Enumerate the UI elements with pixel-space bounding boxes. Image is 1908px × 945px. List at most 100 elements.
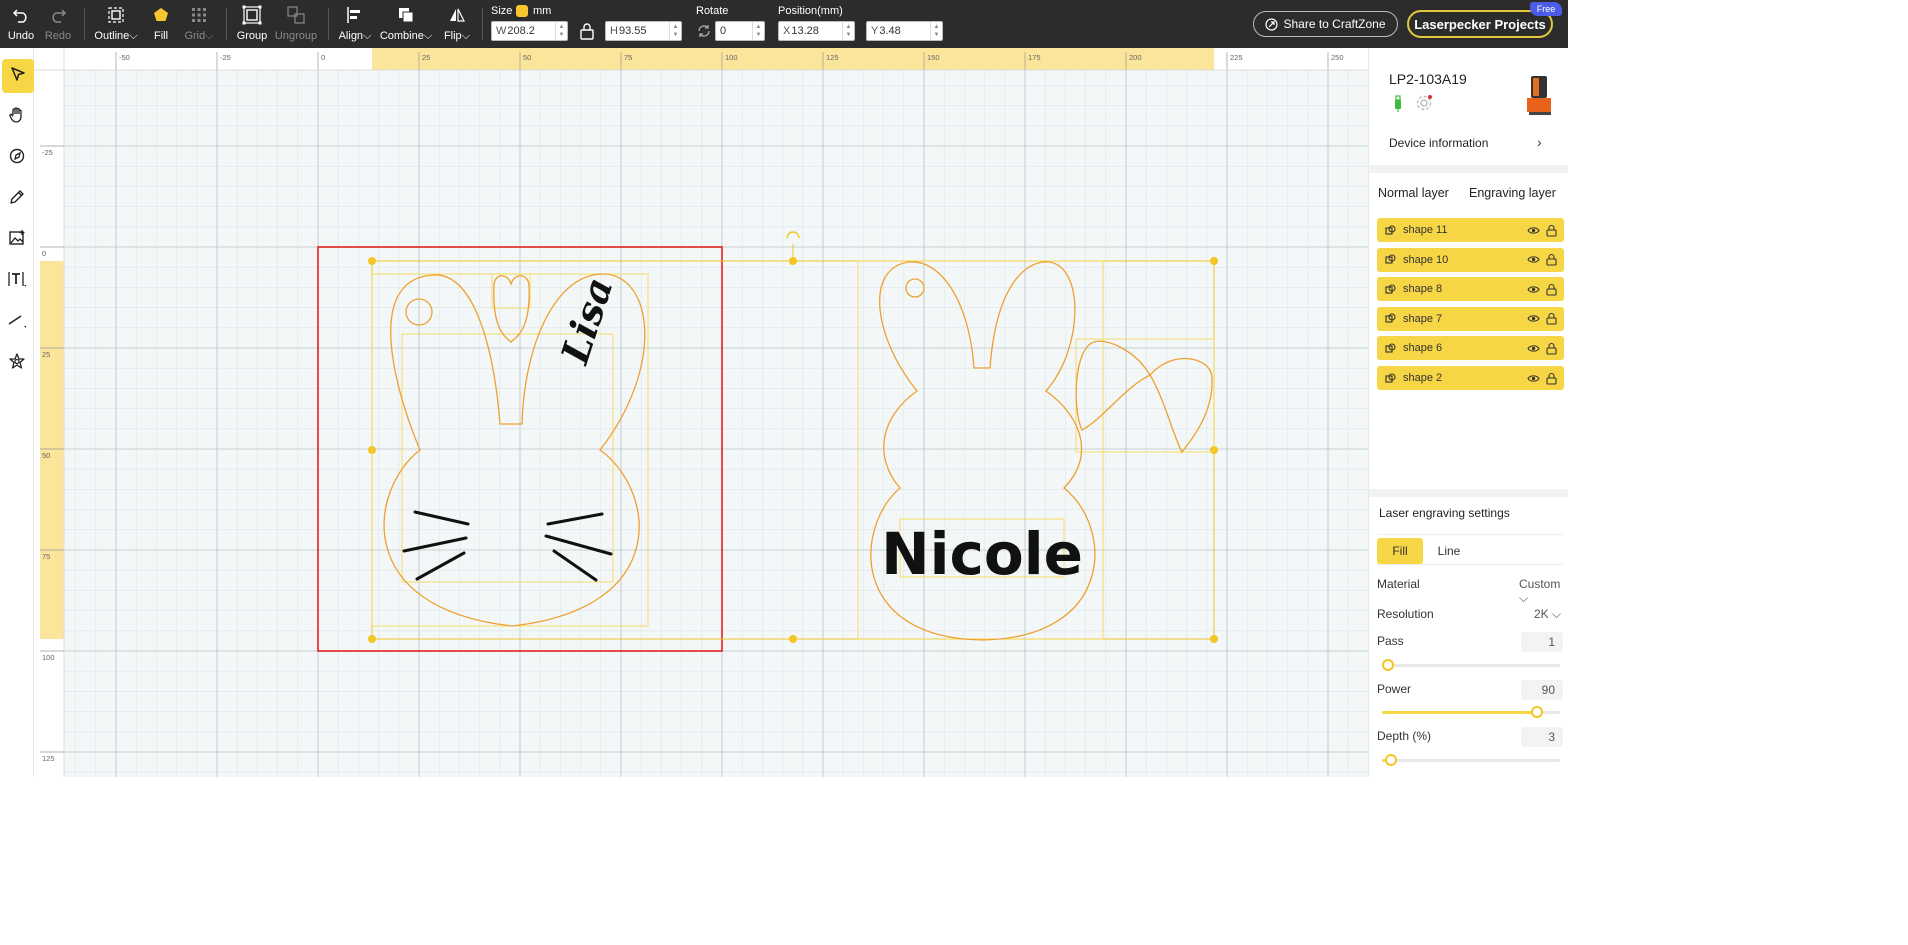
eye-icon[interactable] — [1524, 226, 1542, 235]
line-icon — [7, 311, 27, 334]
resize-handle[interactable] — [368, 257, 376, 265]
hand-tool[interactable] — [0, 100, 34, 134]
design-canvas[interactable]: -50 -25 0 25 50 75 100 125 150 175 200 225 250 -25 0 2… — [34, 48, 1368, 777]
rotate-handle[interactable] — [786, 231, 800, 257]
layer-name: shape 11 — [1403, 224, 1448, 236]
pass-label: Pass — [1377, 634, 1404, 648]
power-slider-thumb[interactable] — [1531, 706, 1544, 718]
aspect-lock-icon[interactable] — [579, 22, 595, 45]
fill-button[interactable]: Fill — [150, 4, 172, 44]
divider — [1377, 534, 1564, 535]
top-toolbar: Undo Redo Outline⌵ Fill Grid⌵ Group Ungr… — [0, 0, 1568, 48]
y-input[interactable]: Y 3.48 ▲ ▼ — [866, 21, 943, 41]
eye-icon[interactable] — [1524, 285, 1542, 294]
size-lock-toggle[interactable] — [516, 5, 528, 17]
layer-row[interactable]: shape 10 — [1377, 247, 1564, 272]
outline-button[interactable]: Outline⌵ — [94, 4, 138, 44]
unlock-icon[interactable] — [1542, 283, 1560, 296]
canvas-drawing[interactable]: -50 -25 0 25 50 75 100 125 150 175 200 225 250 -25 0 2… — [34, 48, 1368, 777]
line-tool[interactable] — [0, 305, 34, 339]
chevron-right-icon[interactable]: › — [1537, 134, 1542, 150]
resize-handle[interactable] — [368, 635, 376, 643]
ruler-label: 250 — [1331, 53, 1344, 62]
grid-button[interactable]: Grid⌵ — [184, 4, 214, 44]
layer-row[interactable]: shape 7 — [1377, 306, 1564, 331]
width-input[interactable]: W 208.2 ▲ ▼ — [491, 21, 568, 41]
share-label: Share to CraftZone — [1283, 17, 1386, 31]
layer-name: shape 8 — [1403, 283, 1443, 296]
unlock-icon[interactable] — [1542, 312, 1560, 325]
x-stepper[interactable]: ▲ ▼ — [842, 22, 854, 40]
laserpecker-projects-button[interactable]: Laserpecker Projects — [1407, 10, 1553, 38]
pen-tool[interactable] — [0, 141, 34, 175]
height-stepper[interactable]: ▲ ▼ — [669, 22, 681, 40]
resize-handle[interactable] — [789, 257, 797, 265]
pass-slider[interactable] — [1382, 659, 1560, 671]
laser-device-icon — [1519, 74, 1555, 121]
align-button[interactable]: Align⌵ — [337, 4, 373, 44]
eye-icon[interactable] — [1524, 344, 1542, 353]
power-input[interactable]: 90 — [1521, 680, 1563, 700]
nicole-text[interactable]: Nicole — [881, 520, 1083, 588]
y-stepper[interactable]: ▲ ▼ — [930, 22, 942, 40]
y-prefix: Y — [871, 25, 879, 37]
image-icon — [8, 229, 26, 252]
x-input[interactable]: X 13.28 ▲ ▼ — [778, 21, 855, 41]
unlock-icon[interactable] — [1542, 253, 1560, 266]
undo-button[interactable]: Undo — [7, 4, 35, 44]
grid-label: Grid — [184, 30, 206, 42]
image-tool[interactable] — [0, 223, 34, 257]
redo-button[interactable]: Redo — [44, 4, 72, 44]
eye-icon[interactable] — [1524, 255, 1542, 264]
depth-slider[interactable] — [1382, 754, 1560, 766]
mode-fill-button[interactable]: Fill — [1377, 538, 1423, 564]
material-value: Custom — [1519, 577, 1561, 591]
unlock-icon[interactable] — [1542, 372, 1560, 385]
projects-label: Laserpecker Projects — [1414, 16, 1546, 32]
layer-row[interactable]: shape 8 — [1377, 277, 1564, 302]
layer-row[interactable]: shape 6 — [1377, 336, 1564, 361]
flip-button[interactable]: Flip⌵ — [442, 4, 472, 44]
resize-handle[interactable] — [1210, 257, 1218, 265]
device-information-link[interactable]: Device information — [1389, 136, 1488, 150]
eye-icon[interactable] — [1524, 314, 1542, 323]
text-tool[interactable] — [0, 264, 34, 298]
separator — [226, 8, 227, 40]
ruler-label: 25 — [42, 350, 50, 359]
depth-slider-thumb[interactable] — [1385, 754, 1398, 766]
select-tool[interactable] — [2, 59, 34, 93]
depth-input[interactable]: 3 — [1521, 727, 1563, 747]
pass-input[interactable]: 1 — [1521, 632, 1563, 652]
lisa-text[interactable]: Lisa — [551, 272, 621, 370]
eye-icon[interactable] — [1524, 374, 1542, 383]
material-select[interactable]: Custom ⌵ — [1519, 577, 1568, 606]
divider — [1377, 564, 1564, 565]
power-slider[interactable] — [1382, 706, 1560, 718]
layer-row[interactable]: shape 2 — [1377, 366, 1564, 390]
share-to-craftzone-button[interactable]: Share to CraftZone — [1253, 11, 1398, 37]
unlock-icon[interactable] — [1542, 342, 1560, 355]
rotate-input[interactable]: 0 ▲ ▼ — [715, 21, 765, 41]
layer-row[interactable]: shape 11 — [1377, 218, 1564, 242]
power-slider-fill — [1382, 711, 1538, 714]
mode-line-button[interactable]: Line — [1425, 538, 1473, 564]
resize-handle[interactable] — [789, 635, 797, 643]
tab-normal-layer[interactable]: Normal layer — [1378, 186, 1449, 200]
height-input[interactable]: H 93.55 ▲ ▼ — [605, 21, 682, 41]
ruler-selection-highlight — [40, 261, 64, 639]
tab-engraving-layer[interactable]: Engraving layer — [1469, 186, 1556, 200]
panel-divider — [1369, 165, 1568, 173]
shape-tool[interactable] — [0, 346, 34, 380]
width-stepper[interactable]: ▲ ▼ — [555, 22, 567, 40]
rotate-stepper[interactable]: ▲ ▼ — [752, 22, 764, 40]
combine-button[interactable]: Combine⌵ — [380, 4, 432, 44]
pass-slider-thumb[interactable] — [1382, 659, 1394, 671]
resize-handle[interactable] — [1210, 635, 1218, 643]
device-settings-icon[interactable] — [1415, 94, 1433, 117]
resolution-select[interactable]: 2K ⌵ — [1534, 607, 1561, 622]
ruler-label: -25 — [42, 148, 53, 157]
unlock-icon[interactable] — [1542, 224, 1560, 237]
ungroup-button[interactable]: Ungroup — [274, 4, 318, 44]
group-button[interactable]: Group — [236, 4, 268, 44]
pencil-tool[interactable] — [0, 182, 34, 216]
